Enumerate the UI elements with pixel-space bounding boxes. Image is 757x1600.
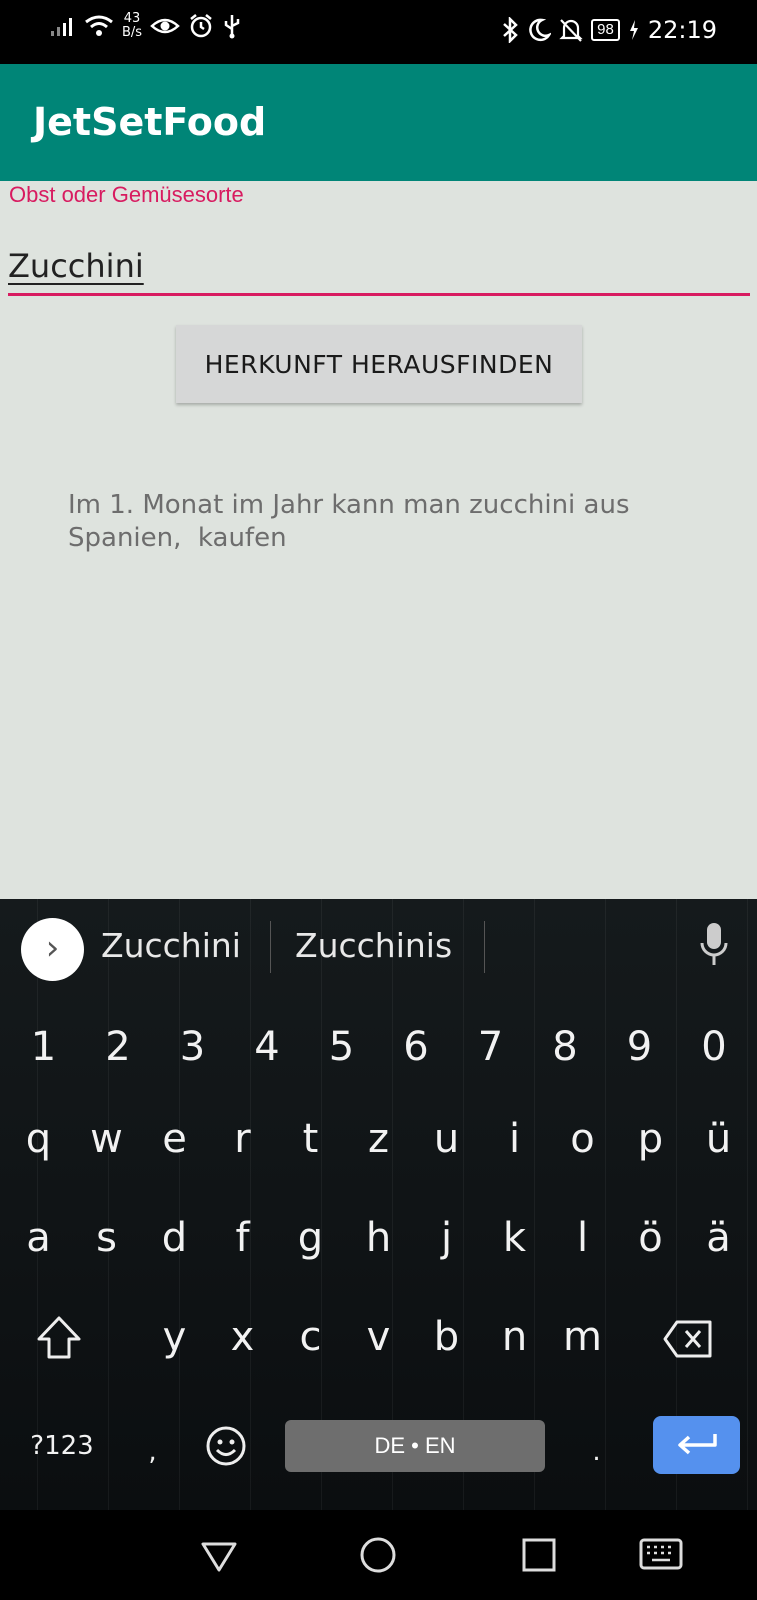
- letter-key[interactable]: r: [205, 1093, 280, 1185]
- letter-key[interactable]: z: [341, 1093, 416, 1185]
- app-title: JetSetFood: [33, 100, 267, 144]
- letter-key[interactable]: f: [205, 1192, 280, 1284]
- space-key[interactable]: DE • EN: [285, 1420, 545, 1472]
- letter-key[interactable]: ö: [613, 1192, 688, 1284]
- letter-row-2: asdfghjklöä: [0, 1192, 757, 1284]
- moon-icon: [529, 18, 552, 42]
- number-key[interactable]: 2: [81, 1001, 156, 1093]
- enter-icon: [678, 1434, 717, 1455]
- produce-input[interactable]: Zucchini: [8, 247, 144, 285]
- number-key[interactable]: 8: [528, 1001, 603, 1093]
- app-bar: JetSetFood: [0, 64, 757, 181]
- net-speed-value: 43: [123, 11, 141, 26]
- number-key[interactable]: 4: [230, 1001, 305, 1093]
- backspace-icon[interactable]: [662, 1319, 714, 1359]
- comma-key[interactable]: ,: [115, 1406, 190, 1498]
- letter-key[interactable]: u: [409, 1093, 484, 1185]
- produce-input-underline: [8, 293, 750, 296]
- soft-keyboard: › Zucchini Zucchinis 1234567890 qwertzui…: [0, 899, 757, 1510]
- net-speed: 43 B/s: [122, 12, 142, 40]
- letter-key[interactable]: n: [477, 1291, 552, 1383]
- number-key[interactable]: 0: [677, 1001, 752, 1093]
- number-key[interactable]: 3: [155, 1001, 230, 1093]
- usb-icon: [224, 15, 240, 39]
- letter-key[interactable]: y: [137, 1291, 212, 1383]
- number-key[interactable]: 1: [6, 1001, 81, 1093]
- letter-key[interactable]: l: [545, 1192, 620, 1284]
- letter-key[interactable]: w: [69, 1093, 144, 1185]
- letter-row-1: qwertzuiopü: [0, 1093, 757, 1185]
- alarm-icon: [190, 14, 212, 38]
- bluetooth-icon: [503, 17, 518, 43]
- letter-key[interactable]: p: [613, 1093, 688, 1185]
- main-content: Obst oder Gemüsesorte Zucchini HERKUNFT …: [0, 181, 757, 899]
- symbols-key[interactable]: ?123: [22, 1400, 102, 1492]
- suggestion-divider: [270, 921, 271, 973]
- letter-key[interactable]: k: [477, 1192, 552, 1284]
- bell-off-icon: [559, 19, 583, 42]
- letter-key[interactable]: ä: [681, 1192, 756, 1284]
- letter-key[interactable]: v: [341, 1291, 416, 1383]
- letter-key[interactable]: o: [545, 1093, 620, 1185]
- produce-input-label: Obst oder Gemüsesorte: [9, 182, 244, 207]
- shift-icon[interactable]: [36, 1315, 82, 1361]
- result-text: Im 1. Monat im Jahr kann man zucchini au…: [68, 489, 708, 555]
- signal-icon: [51, 18, 72, 36]
- microphone-icon[interactable]: [700, 921, 728, 971]
- letter-key[interactable]: q: [1, 1093, 76, 1185]
- status-right: 98 22:19: [501, 16, 717, 44]
- home-icon[interactable]: [353, 1532, 403, 1578]
- letter-key[interactable]: c: [273, 1291, 348, 1383]
- battery-level: 98: [591, 19, 620, 41]
- charging-icon: [629, 20, 638, 40]
- wifi-icon: [85, 15, 113, 36]
- letter-key[interactable]: b: [409, 1291, 484, 1383]
- letter-key[interactable]: j: [409, 1192, 484, 1284]
- status-bar: 43 B/s 98 22:19: [0, 0, 757, 64]
- result-line-2: Spanien, kaufen: [68, 523, 287, 553]
- letter-key[interactable]: m: [545, 1291, 620, 1383]
- eye-icon: [150, 18, 180, 34]
- letter-key[interactable]: h: [341, 1192, 416, 1284]
- navigation-bar: [0, 1510, 757, 1600]
- letter-key[interactable]: i: [477, 1093, 552, 1185]
- period-key[interactable]: .: [559, 1406, 634, 1498]
- number-key[interactable]: 7: [453, 1001, 528, 1093]
- recents-icon[interactable]: [514, 1532, 564, 1578]
- letter-key[interactable]: ü: [681, 1093, 756, 1185]
- number-key[interactable]: 6: [379, 1001, 454, 1093]
- number-row: 1234567890: [0, 1001, 757, 1093]
- enter-key[interactable]: [653, 1416, 740, 1474]
- letter-key[interactable]: t: [273, 1093, 348, 1185]
- letter-key[interactable]: x: [205, 1291, 280, 1383]
- result-line-1: Im 1. Monat im Jahr kann man zucchini au…: [68, 490, 630, 520]
- expand-toolbar-button[interactable]: ›: [21, 918, 84, 981]
- back-icon[interactable]: [194, 1532, 244, 1578]
- letter-key[interactable]: g: [273, 1192, 348, 1284]
- number-key[interactable]: 5: [304, 1001, 379, 1093]
- find-origin-button[interactable]: HERKUNFT HERAUSFINDEN: [176, 325, 582, 403]
- letter-key[interactable]: e: [137, 1093, 212, 1185]
- clock: 22:19: [647, 16, 717, 44]
- suggestion-divider: [484, 921, 485, 973]
- suggestion-1[interactable]: Zucchini: [101, 926, 241, 965]
- emoji-icon[interactable]: [205, 1425, 247, 1467]
- letter-key[interactable]: s: [69, 1192, 144, 1284]
- letter-key[interactable]: a: [1, 1192, 76, 1284]
- suggestion-bar: › Zucchini Zucchinis: [0, 899, 757, 997]
- net-speed-unit: B/s: [122, 25, 143, 40]
- suggestion-2[interactable]: Zucchinis: [295, 926, 452, 965]
- keyboard-switch-icon[interactable]: [637, 1532, 687, 1578]
- status-left: 43 B/s: [50, 12, 242, 40]
- letter-row-3: yxcvbnm: [0, 1291, 757, 1383]
- number-key[interactable]: 9: [602, 1001, 677, 1093]
- letter-key[interactable]: d: [137, 1192, 212, 1284]
